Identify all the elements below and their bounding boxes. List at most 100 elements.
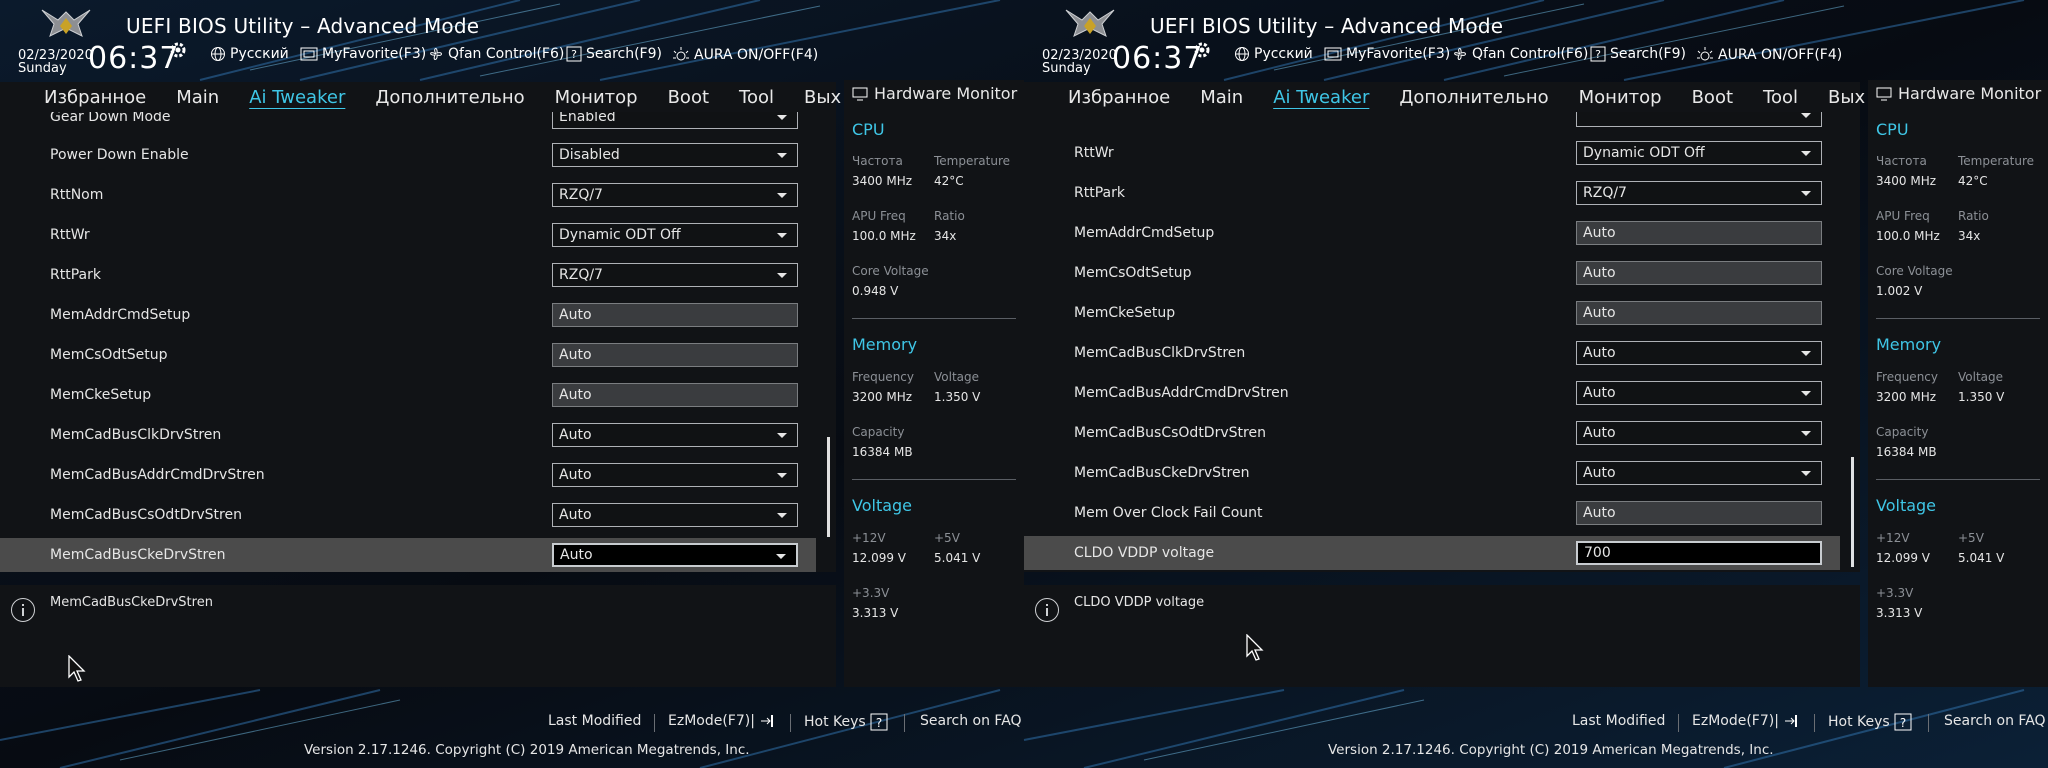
aura-button[interactable]: AURA ON/OFF(F4) (672, 46, 818, 64)
setting-row[interactable]: Power Down Enable Disabled (0, 138, 816, 172)
last-modified-button[interactable]: Last Modified (1572, 713, 1665, 729)
myfavorite-button[interactable]: MyFavorite(F3) (300, 46, 426, 62)
setting-row[interactable]: Mem Over Clock Fail Count Auto (1024, 496, 1840, 530)
gear-icon[interactable] (1192, 40, 1212, 60)
search-faq-button[interactable]: Search on FAQ (1944, 713, 2046, 729)
setting-dropdown[interactable]: Auto (1576, 421, 1822, 445)
tab-favorites[interactable]: Избранное (1024, 87, 1185, 108)
setting-dropdown[interactable]: Disabled (552, 143, 798, 167)
setting-dropdown[interactable]: RZQ/7 (552, 183, 798, 207)
setting-dropdown[interactable]: RZQ/7 (552, 263, 798, 287)
help-icon: ? (870, 713, 888, 731)
search-button[interactable]: ? Search(F9) (1590, 46, 1686, 62)
chevron-down-icon (777, 473, 787, 478)
capacity-value: 16384 MB (1876, 445, 1937, 459)
language-button[interactable]: Русский (1234, 46, 1313, 62)
setting-row[interactable]: MemCsOdtSetup Auto (1024, 256, 1840, 290)
core-voltage-value: 1.002 V (1876, 284, 1923, 298)
tab-favorites[interactable]: Избранное (0, 87, 161, 108)
tab-monitor[interactable]: Монитор (1564, 87, 1677, 108)
setting-row[interactable]: MemCadBusAddrCmdDrvStren Auto (0, 458, 816, 492)
input-value: 700 (1584, 545, 1611, 561)
setting-row-selected[interactable]: CLDO VDDP voltage 700 (1024, 536, 1840, 570)
scrollbar[interactable] (1851, 457, 1854, 567)
qfan-button[interactable]: Qfan Control(F6) (428, 46, 564, 62)
core-voltage-label: Core Voltage (852, 264, 929, 278)
setting-dropdown[interactable]: Auto (1576, 341, 1822, 365)
setting-row[interactable]: RttWr Dynamic ODT Off (0, 218, 816, 252)
setting-row[interactable]: MemCadBusCsOdtDrvStren Auto (1024, 416, 1840, 450)
setting-dropdown[interactable]: Enabled (552, 112, 798, 129)
exit-arrow-icon (760, 715, 773, 727)
tab-tool[interactable]: Tool (1748, 87, 1813, 108)
setting-dropdown[interactable]: Dynamic ODT Off (1576, 141, 1822, 165)
hotkeys-button[interactable]: Hot Keys ? (804, 713, 888, 731)
setting-row[interactable]: MemCadBusCsOdtDrvStren Auto (0, 498, 816, 532)
last-modified-button[interactable]: Last Modified (548, 713, 641, 729)
bios-screen-left: UEFI BIOS Utility – Advanced Mode 02/23/… (0, 0, 1024, 768)
hotkeys-label: Hot Keys (1828, 714, 1890, 730)
setting-row[interactable]: RttPark RZQ/7 (0, 258, 816, 292)
tab-advanced[interactable]: Дополнительно (1384, 87, 1563, 108)
setting-dropdown[interactable]: Auto (1576, 461, 1822, 485)
tab-tool[interactable]: Tool (724, 87, 789, 108)
qfan-button[interactable]: Qfan Control(F6) (1452, 46, 1588, 62)
scrollbar[interactable] (827, 437, 830, 537)
setting-label: MemAddrCmdSetup (50, 307, 191, 323)
setting-dropdown[interactable]: Auto (552, 423, 798, 447)
tab-main[interactable]: Main (1185, 87, 1258, 108)
myfavorite-button[interactable]: MyFavorite(F3) (1324, 46, 1450, 62)
info-icon (1035, 598, 1059, 622)
dropdown-value: Enabled (559, 112, 616, 125)
setting-row[interactable]: MemCkeSetup Auto (0, 378, 816, 412)
setting-label: CLDO VDDP voltage (1074, 545, 1215, 561)
tab-advanced[interactable]: Дополнительно (360, 87, 539, 108)
setting-dropdown[interactable]: Auto (552, 543, 798, 567)
cldo-vddp-input[interactable]: 700 (1576, 541, 1822, 565)
setting-row[interactable]: MemCsOdtSetup Auto (0, 338, 816, 372)
setting-row[interactable]: RttNom RZQ/7 (0, 178, 816, 212)
aura-icon (1697, 47, 1713, 61)
setting-dropdown[interactable]: Auto (552, 463, 798, 487)
hotkeys-button[interactable]: Hot Keys ? (1828, 713, 1912, 731)
tab-ai-tweaker[interactable]: Ai Tweaker (1258, 87, 1384, 108)
setting-row[interactable]: MemAddrCmdSetup Auto (0, 298, 816, 332)
tab-main[interactable]: Main (161, 87, 234, 108)
setting-row[interactable]: MemAddrCmdSetup Auto (1024, 216, 1840, 250)
fan-icon (430, 48, 442, 60)
setting-dropdown[interactable]: Auto (552, 503, 798, 527)
chevron-down-icon (1801, 351, 1811, 356)
tab-boot[interactable]: Boot (653, 87, 724, 108)
language-button[interactable]: Русский (210, 46, 289, 62)
search-button[interactable]: ? Search(F9) (566, 46, 662, 62)
cpu-temp-value: 42°C (934, 174, 964, 188)
setting-dropdown[interactable]: RZQ/7 (1576, 181, 1822, 205)
dropdown-value: RZQ/7 (559, 267, 603, 283)
setting-row[interactable]: MemCadBusClkDrvStren Auto (0, 418, 816, 452)
setting-row[interactable]: Gear Down Mode Enabled (0, 112, 816, 134)
setting-row[interactable]: MemCkeSetup Auto (1024, 296, 1840, 330)
setting-row-selected[interactable]: MemCadBusCkeDrvStren Auto (0, 538, 816, 572)
gear-icon[interactable] (168, 40, 188, 60)
setting-row[interactable]: RttWr Dynamic ODT Off (1024, 136, 1840, 170)
setting-row[interactable]: MemCadBusClkDrvStren Auto (1024, 336, 1840, 370)
tab-boot[interactable]: Boot (1677, 87, 1748, 108)
setting-dropdown[interactable]: Dynamic ODT Off (552, 223, 798, 247)
setting-dropdown[interactable]: Auto (1576, 381, 1822, 405)
setting-dropdown[interactable] (1576, 112, 1822, 127)
voltage-section-title: Voltage (1876, 496, 1937, 515)
ezmode-button[interactable]: EzMode(F7)| (668, 713, 775, 729)
search-faq-button[interactable]: Search on FAQ (920, 713, 1022, 729)
setting-row[interactable]: RttPark RZQ/7 (1024, 176, 1840, 210)
aura-button[interactable]: AURA ON/OFF(F4) (1696, 46, 1842, 64)
help-text: CLDO VDDP voltage (1074, 595, 1205, 610)
monitor-icon (1876, 87, 1892, 100)
ezmode-button[interactable]: EzMode(F7)| (1692, 713, 1799, 729)
setting-row[interactable] (1024, 112, 1840, 132)
tab-ai-tweaker[interactable]: Ai Tweaker (234, 87, 360, 108)
header: UEFI BIOS Utility – Advanced Mode 02/23/… (1024, 0, 2048, 80)
setting-row[interactable]: MemCadBusCkeDrvStren Auto (1024, 456, 1840, 490)
tab-monitor[interactable]: Монитор (540, 87, 653, 108)
v12-value: 12.099 V (1876, 551, 1931, 565)
setting-row[interactable]: MemCadBusAddrCmdDrvStren Auto (1024, 376, 1840, 410)
